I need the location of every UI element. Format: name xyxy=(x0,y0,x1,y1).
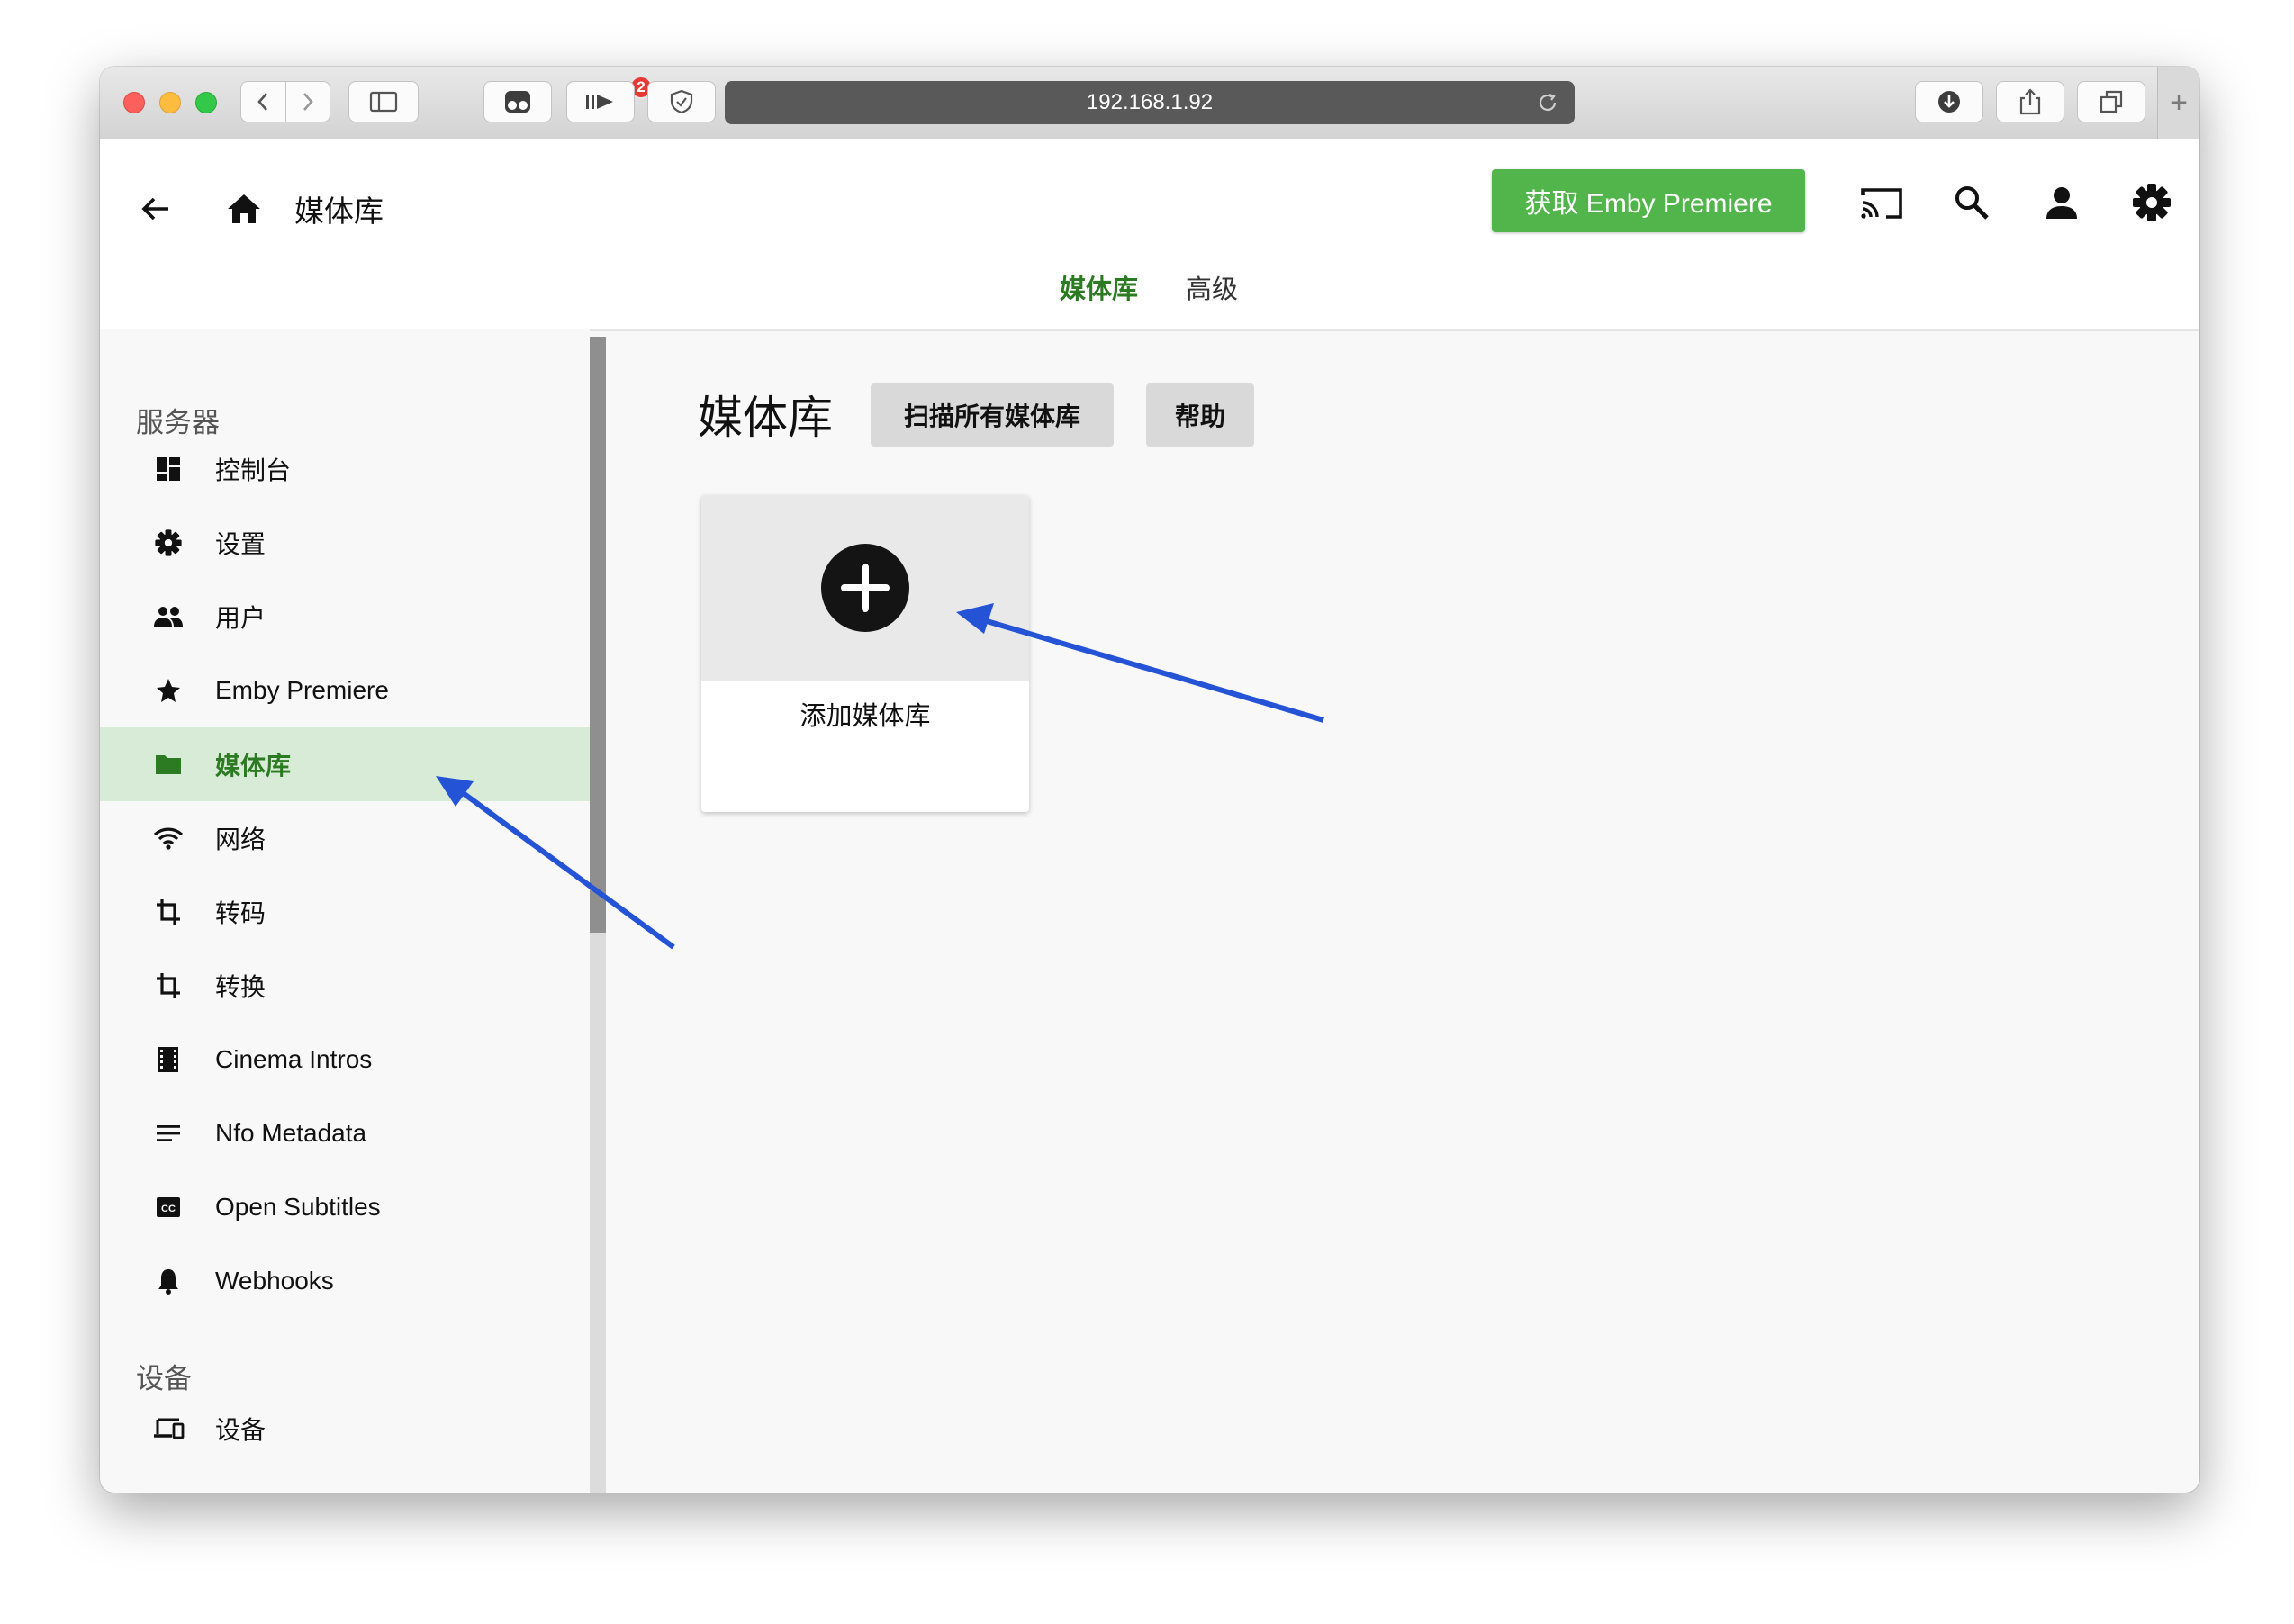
folder-icon xyxy=(150,746,186,782)
sidebar-item-settings[interactable]: 设置 xyxy=(100,506,590,580)
share-button[interactable] xyxy=(1996,81,2064,122)
sidebar-item-label: 网络 xyxy=(215,826,266,853)
sidebar-item-cinema-intros[interactable]: Cinema Intros xyxy=(100,1023,590,1096)
get-premiere-button[interactable]: 获取 Emby Premiere xyxy=(1492,169,1805,232)
sidebar-item-label: Open Subtitles xyxy=(215,1193,381,1221)
arrow-left-icon xyxy=(141,197,168,221)
sidebar-item-label: Emby Premiere xyxy=(215,676,389,704)
share-icon xyxy=(2019,88,2041,115)
sidebar-item-label: 转换 xyxy=(215,973,266,1001)
sidebar-item-emby-premiere[interactable]: Emby Premiere xyxy=(100,654,590,727)
page-title: 媒体库 xyxy=(294,194,384,228)
sidebar-scrollbar[interactable] xyxy=(590,337,606,1493)
sidebar-item-users[interactable]: 用户 xyxy=(100,580,590,654)
back-forward-group xyxy=(240,81,330,122)
main-title: 媒体库 xyxy=(698,392,833,443)
search-button[interactable] xyxy=(1942,173,2001,232)
help-button[interactable]: 帮助 xyxy=(1146,383,1254,447)
address-bar[interactable]: 192.168.1.92 xyxy=(725,81,1575,124)
add-library-label: 添加媒体库 xyxy=(799,702,931,731)
sidebar-item-label: 控制台 xyxy=(215,456,292,484)
sidebar-item-open-subtitles[interactable]: CC Open Subtitles xyxy=(100,1170,590,1244)
sidebar-item-nfo-metadata[interactable]: Nfo Metadata xyxy=(100,1096,590,1170)
cc-icon: CC xyxy=(150,1189,186,1225)
add-circle-icon xyxy=(821,544,909,632)
tabs-overview-button[interactable] xyxy=(2077,81,2145,122)
lines-icon xyxy=(150,1115,186,1151)
shield-icon xyxy=(670,89,693,114)
reader-button[interactable] xyxy=(566,81,635,122)
sidebar: 服务器 控制台 设置 用户 Emby Premiere 媒体库 网络 转码 转换… xyxy=(100,329,606,1493)
sidebar-item-label: 设置 xyxy=(215,530,266,558)
svg-text:CC: CC xyxy=(161,1204,176,1214)
extension-icon xyxy=(505,91,530,113)
card-image-area xyxy=(701,495,1029,681)
sidebar-item-convert[interactable]: 转换 xyxy=(100,949,590,1023)
sidebar-item-label: Cinema Intros xyxy=(215,1045,373,1073)
settings-button[interactable] xyxy=(2122,173,2181,232)
close-window-button[interactable] xyxy=(123,92,145,113)
chevron-left-icon xyxy=(257,93,268,111)
add-library-card[interactable]: 添加媒体库 xyxy=(701,495,1029,812)
home-icon xyxy=(228,194,260,223)
crop-icon xyxy=(150,968,186,1004)
browser-back-button[interactable] xyxy=(241,82,286,122)
cast-icon xyxy=(1861,188,1902,219)
sidebar-item-label: 媒体库 xyxy=(215,752,292,780)
sidebar-item-network[interactable]: 网络 xyxy=(100,801,590,875)
sidebar-item-transcode[interactable]: 转码 xyxy=(100,875,590,949)
sidebar-item-dashboard[interactable]: 控制台 xyxy=(100,432,590,506)
browser-window: 2 192.168.1.92 + 媒体库 获取 Emby Premiere 媒体… xyxy=(100,67,2199,1493)
maximize-window-button[interactable] xyxy=(195,92,217,113)
back-button[interactable] xyxy=(129,182,183,236)
tab-library[interactable]: 媒体库 xyxy=(1060,268,1138,306)
sidebar-item-library[interactable]: 媒体库 xyxy=(100,727,590,801)
search-icon xyxy=(1955,186,1989,220)
sidebar-section-devices: 设备 xyxy=(136,1363,192,1394)
tabs-icon xyxy=(2100,90,2123,113)
star-icon xyxy=(150,672,186,708)
chevron-right-icon xyxy=(303,93,313,111)
sidebar-toggle-button[interactable] xyxy=(348,81,419,122)
sidebar-item-label: 设备 xyxy=(215,1416,266,1444)
sidebar-item-label: Webhooks xyxy=(215,1267,334,1295)
sidebar-item-webhooks[interactable]: Webhooks xyxy=(100,1244,590,1318)
sidebar-item-label: Nfo Metadata xyxy=(215,1119,367,1147)
gear-icon xyxy=(150,525,186,561)
film-icon xyxy=(150,1042,186,1078)
reader-icon xyxy=(586,95,613,109)
sidebar-item-label: 转码 xyxy=(215,899,266,927)
scan-all-libraries-button[interactable]: 扫描所有媒体库 xyxy=(871,383,1114,447)
person-icon xyxy=(2046,187,2077,219)
sidebar-item-devices[interactable]: 设备 xyxy=(100,1392,590,1466)
people-icon xyxy=(150,599,186,635)
browser-toolbar: 2 192.168.1.92 + xyxy=(100,67,2199,140)
crop-icon xyxy=(150,894,186,930)
home-button[interactable] xyxy=(217,182,271,236)
extension-button[interactable] xyxy=(483,81,552,122)
minimize-window-button[interactable] xyxy=(159,92,181,113)
wifi-icon xyxy=(150,820,186,856)
devices-icon xyxy=(150,1411,186,1447)
browser-forward-button[interactable] xyxy=(286,82,330,122)
download-icon xyxy=(1938,91,1960,113)
address-text: 192.168.1.92 xyxy=(1086,90,1214,114)
bell-icon xyxy=(150,1263,186,1299)
downloads-button[interactable] xyxy=(1915,81,1983,122)
app-header: 媒体库 获取 Emby Premiere 媒体库 高级 xyxy=(100,139,2199,331)
tab-advanced[interactable]: 高级 xyxy=(1186,268,1238,306)
new-tab-button[interactable]: + xyxy=(2157,67,2199,139)
sidebar-item-label: 用户 xyxy=(215,604,266,632)
privacy-shield-button[interactable] xyxy=(647,81,716,122)
sidebar-scroll-thumb[interactable] xyxy=(590,337,606,933)
gear-icon xyxy=(2133,184,2171,221)
dashboard-icon xyxy=(150,451,186,487)
cast-button[interactable] xyxy=(1852,173,1911,232)
user-button[interactable] xyxy=(2032,173,2091,232)
reload-icon[interactable] xyxy=(1537,92,1558,113)
sidebar-icon xyxy=(369,91,398,113)
